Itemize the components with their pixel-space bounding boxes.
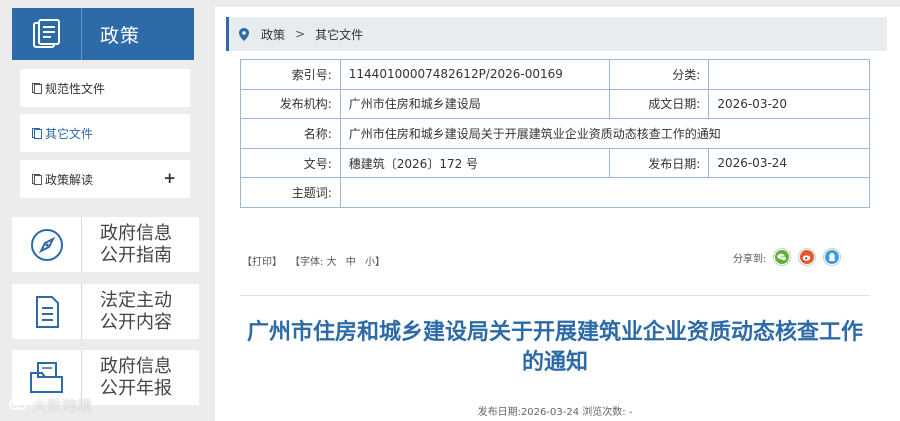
font-prefix: 【字体: <box>290 257 324 268</box>
breadcrumb-item-current[interactable]: 其它文件 <box>315 26 363 43</box>
sidebar-item-label: 规范性文件 <box>45 81 106 96</box>
watermark-logo: 大数跨境 <box>8 395 92 416</box>
font-large-button[interactable]: 大 <box>327 257 337 268</box>
card-disclosure-guide[interactable]: 政府信息 公开指南 <box>12 217 199 272</box>
page-tools: 【打印】 【字体: 大 中 小】 <box>242 253 385 268</box>
publish-date-label: 发布日期: <box>608 147 710 179</box>
watermark-text: 大数跨境 <box>32 397 93 415</box>
keywords-value <box>339 177 871 208</box>
table-row: 文号: 穗建筑〔2026〕172 号 发布日期: 2026-03-24 <box>240 147 870 179</box>
sidebar-title: 政策 <box>100 24 141 47</box>
document-metadata-table: 索引号: 11440100007482612P/2026-00169 分类: 发… <box>240 59 871 208</box>
table-row: 主题词: <box>240 177 871 208</box>
sidebar: 政策 规范性文件 其它文件 政策解读 + 政府信息 公开指南 法定主动 公开内容… <box>0 0 205 421</box>
sidebar-item-normative-docs[interactable]: 规范性文件 <box>20 69 190 107</box>
document-small-icon <box>32 82 42 94</box>
divider <box>240 295 870 296</box>
sidebar-item-label: 其它文件 <box>45 126 94 141</box>
document-icon <box>12 284 82 339</box>
breadcrumb: 政策 > 其它文件 <box>226 17 887 51</box>
created-date-label: 成文日期: <box>608 88 710 120</box>
card-line1: 法定主动 <box>100 289 172 311</box>
location-pin-icon <box>239 27 249 41</box>
article-publish-info: 发布日期:2026-03-24 浏览次数: - <box>477 407 633 418</box>
publish-date-value: 2026-03-24 <box>708 147 870 179</box>
document-small-icon <box>32 127 42 139</box>
main-content: 政策 > 其它文件 索引号: 11440100007482612P/2026-0… <box>215 7 900 421</box>
article-title: 广州市住房和城乡建设局关于开展建筑业企业资质动态核查工作的通知 <box>246 320 863 375</box>
card-line2: 公开年报 <box>100 377 172 399</box>
card-line1: 政府信息 <box>100 222 172 244</box>
card-statutory-content[interactable]: 法定主动 公开内容 <box>12 284 199 339</box>
created-date-value: 2026-03-20 <box>708 88 870 120</box>
watermark-icon <box>8 396 28 416</box>
name-value: 广州市住房和城乡建设局关于开展建筑业企业资质动态核查工作的通知 <box>339 118 871 149</box>
sidebar-item-other-docs[interactable]: 其它文件 <box>20 114 190 152</box>
document-small-icon <box>32 173 42 185</box>
publisher-value: 广州市住房和城乡建设局 <box>339 88 610 120</box>
compass-icon <box>12 217 82 272</box>
share-label: 分享到: <box>733 253 767 265</box>
category-value <box>708 59 870 90</box>
font-suffix: 】 <box>374 257 385 268</box>
card-line2: 公开指南 <box>100 244 172 266</box>
index-value: 11440100007482612P/2026-00169 <box>339 59 610 90</box>
sidebar-item-label: 政策解读 <box>45 172 94 187</box>
category-label: 分类: <box>608 59 710 90</box>
share-bar: 分享到: <box>733 248 842 266</box>
print-button[interactable]: 【打印】 <box>242 253 282 268</box>
card-line1: 政府信息 <box>100 355 172 377</box>
qq-icon[interactable] <box>823 248 842 266</box>
breadcrumb-item-policy[interactable]: 政策 <box>261 26 285 43</box>
index-label: 索引号: <box>240 59 341 90</box>
card-line2: 公开内容 <box>100 311 172 333</box>
breadcrumb-separator: > <box>295 27 306 41</box>
weibo-icon[interactable] <box>798 248 817 266</box>
table-row: 索引号: 11440100007482612P/2026-00169 分类: <box>240 59 870 90</box>
sidebar-item-policy-interpretation[interactable]: 政策解读 + <box>20 160 190 198</box>
font-medium-button[interactable]: 中 <box>346 257 356 268</box>
publisher-label: 发布机构: <box>240 88 341 120</box>
table-row: 发布机构: 广州市住房和城乡建设局 成文日期: 2026-03-20 <box>240 88 870 120</box>
keywords-label: 主题词: <box>240 177 341 208</box>
doc-number-label: 文号: <box>240 147 341 179</box>
font-size-selector: 【字体: 大 中 小】 <box>290 253 385 268</box>
wechat-icon[interactable] <box>773 248 792 266</box>
name-label: 名称: <box>240 118 341 149</box>
font-small-button[interactable]: 小 <box>365 257 375 268</box>
sidebar-header[interactable]: 政策 <box>12 8 194 60</box>
policy-documents-icon <box>12 8 82 60</box>
expand-plus-icon[interactable]: + <box>163 169 176 187</box>
doc-number-value: 穗建筑〔2026〕172 号 <box>339 147 610 179</box>
table-row: 名称: 广州市住房和城乡建设局关于开展建筑业企业资质动态核查工作的通知 <box>240 118 871 149</box>
